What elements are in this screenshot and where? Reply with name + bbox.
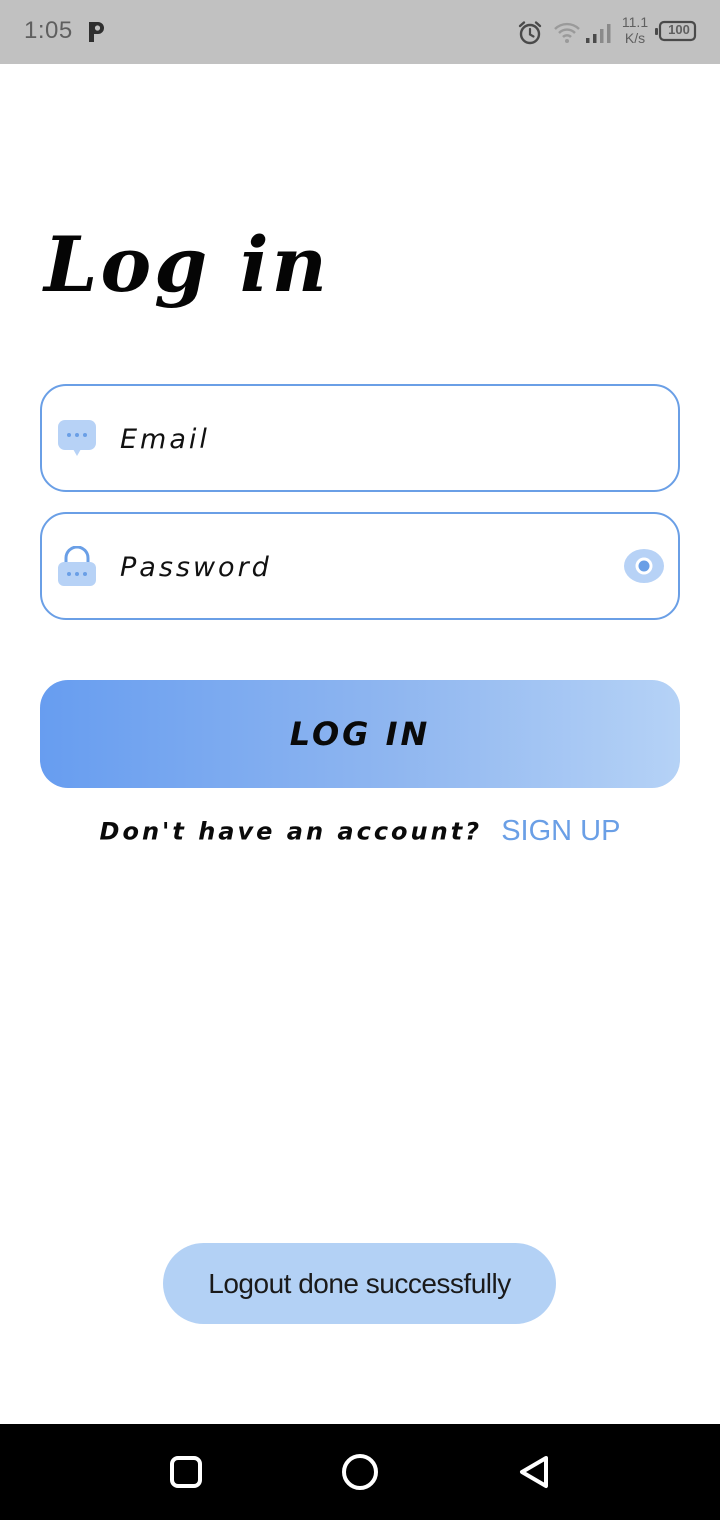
email-field[interactable]	[40, 384, 680, 492]
signal-icon	[586, 24, 611, 43]
toast-message: Logout done successfully	[208, 1267, 511, 1299]
wifi-icon	[554, 22, 580, 43]
toast: Logout done successfully	[163, 1243, 556, 1324]
network-speed-value: 11.1	[621, 14, 649, 30]
login-button[interactable]: LOG IN	[40, 680, 680, 788]
network-speed: 11.1 K/s	[618, 14, 652, 46]
lock-icon	[58, 546, 96, 586]
status-time: 1:05	[24, 17, 73, 44]
signup-row: Don't have an account? SIGN UP	[0, 815, 720, 848]
alarm-icon	[518, 21, 542, 45]
back-triangle-icon[interactable]	[512, 1450, 556, 1494]
signup-link[interactable]: SIGN UP	[501, 815, 620, 847]
battery-level: 100	[668, 22, 690, 37]
password-field[interactable]	[40, 512, 680, 620]
network-speed-unit: K/s	[624, 30, 646, 46]
status-bar: 1:05 11.1 K/s 100	[0, 0, 720, 64]
p-icon	[89, 22, 104, 42]
email-input[interactable]	[120, 416, 600, 462]
chat-bubble-icon	[58, 420, 96, 456]
signup-prompt: Don't have an account?	[99, 817, 483, 846]
password-input[interactable]	[120, 544, 600, 590]
recents-square-icon[interactable]	[164, 1450, 208, 1494]
home-circle-icon[interactable]	[338, 1450, 382, 1494]
navigation-bar	[0, 1424, 720, 1520]
page-title: Log in	[44, 220, 330, 309]
show-password-eye-icon[interactable]	[624, 548, 664, 584]
